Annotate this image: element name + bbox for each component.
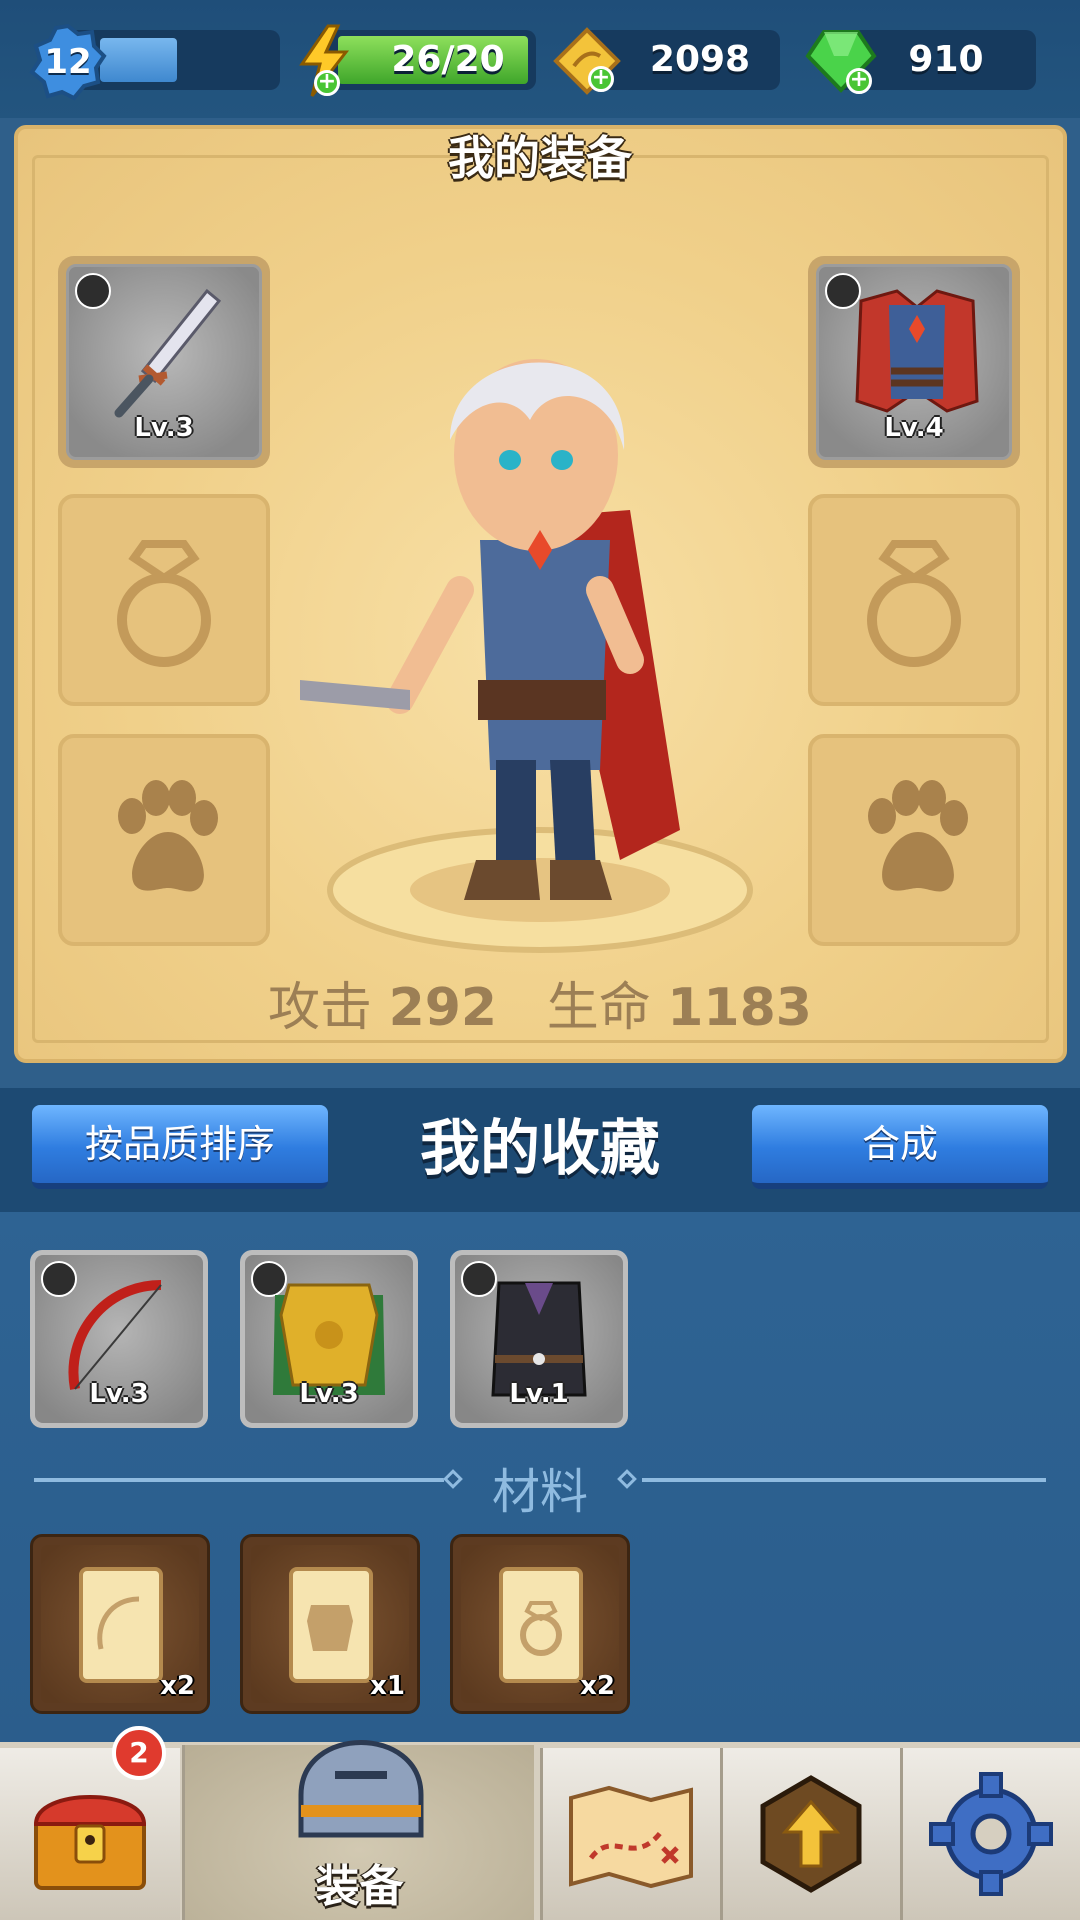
gem-value: 910 [908,39,984,80]
hp-label: 生命 [546,978,651,1038]
green-gem-icon: + [804,26,878,96]
collection-title: 我的收藏 [420,1114,660,1184]
armor-slot[interactable]: Lv.4 [808,256,1020,468]
item-level: Lv.3 [89,1379,149,1409]
merge-button[interactable]: 合成 [752,1105,1048,1189]
upgrade-arrow-icon [760,1775,862,1893]
settings-gear-icon [929,1772,1053,1896]
weapon-slot-face: Lv.3 [66,264,262,460]
item-level: Lv.1 [509,1379,569,1409]
tab-settings[interactable] [900,1748,1080,1920]
tab-equipment-label: 装备 [315,1861,404,1912]
paw-pet-slot-icon [118,780,218,892]
tab-upgrade[interactable] [720,1748,900,1920]
paw-pet-slot-icon [868,780,968,892]
lightning-icon: + [294,24,354,98]
weapon-slot[interactable]: Lv.3 [58,256,270,468]
weapon-level: Lv.3 [134,413,194,443]
collection-item-bow[interactable]: Lv.3 [30,1250,208,1428]
sort-by-quality-button[interactable]: 按品质排序 [32,1105,328,1189]
energy-value: 26/20 [391,39,505,80]
item-face: Lv.3 [245,1255,413,1423]
item-level: Lv.3 [299,1379,359,1409]
material-count: x2 [160,1671,195,1701]
equipment-title: 我的装备 [448,131,632,185]
level-badge-icon: 12 [28,22,108,102]
attack-value: 292 [388,978,498,1038]
armor-level: Lv.4 [884,413,944,443]
materials-divider-left [34,1478,444,1482]
materials-divider-right [642,1478,1046,1482]
helmet-icon [298,1740,424,1838]
ring-slot-left[interactable] [58,494,270,706]
tab-equipment[interactable]: 装备 [182,1740,534,1920]
hp-value: 1183 [667,978,812,1038]
tab-map[interactable] [540,1748,720,1920]
material-item-armor-scroll[interactable]: x1 [240,1534,420,1714]
chest-notification-badge: 2 [112,1726,166,1780]
material-item-bow-scroll[interactable]: x2 [30,1534,210,1714]
collection-item-golden-armor[interactable]: Lv.3 [240,1250,418,1428]
armor-slot-face: Lv.4 [816,264,1012,460]
material-item-ring-scroll[interactable]: x2 [450,1534,630,1714]
materials-title: 材料 [491,1464,588,1520]
item-face: Lv.1 [455,1255,623,1423]
pet-slot-right[interactable] [808,734,1020,946]
material-count: x1 [370,1671,405,1701]
material-face: x1 [251,1545,409,1703]
collection-item-dark-vest[interactable]: Lv.1 [450,1250,628,1428]
attack-label: 攻击 [268,978,373,1038]
gold-value: 2098 [649,39,751,80]
material-face: x2 [461,1545,619,1703]
ring-slot-right[interactable] [808,494,1020,706]
map-icon [569,1785,693,1889]
item-face: Lv.3 [35,1255,203,1423]
level-value: 12 [44,42,92,82]
hero-stats: 攻击 292 生命 1183 [0,965,1080,1040]
ring-slot-icon [867,540,961,667]
pet-slot-left[interactable] [58,734,270,946]
level-progress-bar [100,38,177,82]
material-face: x2 [41,1545,199,1703]
material-count: x2 [580,1671,615,1701]
hero-character[interactable] [300,300,780,960]
ring-slot-icon [117,540,211,667]
gold-coin-icon: + [552,26,622,96]
